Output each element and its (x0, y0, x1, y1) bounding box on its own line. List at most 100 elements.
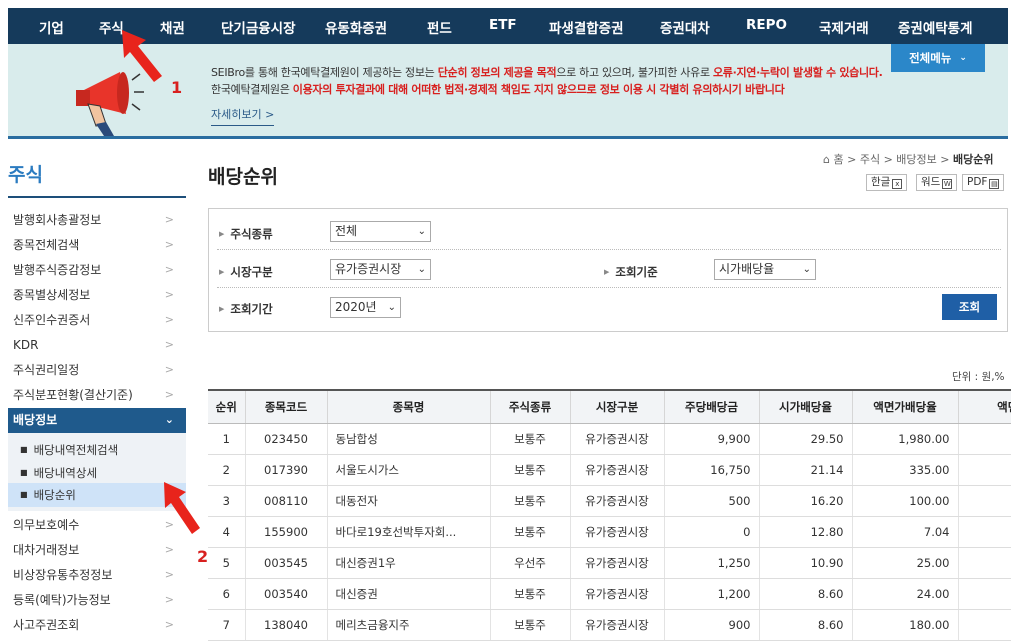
view-details-link[interactable]: 자세히보기 > (211, 106, 275, 126)
chevron-right-icon: > (164, 543, 174, 556)
sidebar-divider (8, 196, 186, 198)
table-cell: 유가증권시장 (570, 516, 665, 548)
market-label: ▶ 시장구분 (219, 265, 273, 279)
table-cell: 1 (208, 423, 246, 455)
column-header[interactable]: 시가배당율 (759, 389, 853, 424)
table-row[interactable]: 4 155900 바다로19호선박투자회... 보통주 유가증권시장 0 12.80 7.04… (208, 516, 1011, 548)
sidebar-item-dividend-info[interactable]: 배당정보 ⌄ (8, 408, 186, 433)
table-cell: 29.50 (759, 423, 853, 455)
nav-item-etf[interactable]: ETF (489, 17, 517, 33)
submenu-item-dividend-full-search[interactable]: ■ 배당내역전체검색 (8, 438, 186, 462)
table-cell: 0 (664, 516, 760, 548)
breadcrumb-dividend-info[interactable]: 배당정보 (896, 153, 936, 166)
sidebar-item-kdr[interactable]: KDR > (8, 333, 186, 358)
notice-line-2: 한국예탁결제원은 이용자의 투자결과에 대해 어떠한 법적·경제적 책임도 지지… (211, 83, 785, 96)
period-select[interactable]: 2020년 ⌄ (330, 297, 401, 318)
pdf-download-button[interactable]: PDF ▤ (962, 174, 1005, 191)
sidebar-item-lending-transactions[interactable]: 대차거래정보 > (8, 538, 186, 563)
table-cell: 보통주 (490, 454, 571, 486)
nav-item-corporation[interactable]: 기업 (39, 17, 64, 37)
column-header[interactable]: 시장구분 (570, 389, 665, 424)
nav-item-securities-lending[interactable]: 증권대차 (660, 17, 710, 37)
table-cell: 1,250 (664, 547, 760, 579)
column-header[interactable]: 주당배당금 (664, 389, 760, 424)
stock-type-select[interactable]: 전체 ⌄ (330, 221, 431, 242)
table-cell: 대신증권1우 (327, 547, 491, 579)
search-panel: ▶ 주식종류 전체 ⌄ ▶ 시장구분 유가증권시장 ⌄ ▶ 조회기준 시가배당율 ⌄ ▶ 조회… (208, 208, 1008, 332)
table-cell: 메리츠금융지주 (327, 609, 491, 641)
column-header[interactable]: 주식종류 (490, 389, 571, 424)
table-cell: 보통주 (490, 578, 571, 610)
sidebar-item-full-stock-search[interactable]: 종목전체검색 > (8, 233, 186, 258)
table-row[interactable]: 2017390서울도시가스보통주유가증권시장16,75021.14335.005… (208, 454, 1011, 486)
nav-item-short-term-money-market[interactable]: 단기금융시장 (221, 17, 296, 37)
sidebar-item-registration-availability[interactable]: 등록(예탁)가능정보 > (8, 588, 186, 613)
stock-type-label: ▶ 주식종류 (219, 227, 273, 241)
hangul-download-button[interactable]: 한글 х (866, 174, 908, 191)
table-row[interactable]: 1 023450 동남합성 보통주 유가증권시장 9,900 29.50 1,980.00 (208, 423, 1011, 455)
nav-item-derivative-linked-securities[interactable]: 파생결합증권 (549, 17, 624, 37)
table-cell: 25.00 (852, 547, 959, 579)
nav-item-fund[interactable]: 펀드 (427, 17, 452, 37)
table-cell: 003545 (245, 547, 328, 579)
breadcrumb-current: 배당순위 (953, 153, 994, 166)
table-cell: 5, (958, 547, 1011, 579)
search-button[interactable]: 조회 (942, 294, 997, 320)
nav-item-international-trade[interactable]: 국제거래 (819, 17, 869, 37)
nav-item-asset-backed-securities[interactable]: 유동화증권 (325, 17, 387, 37)
chevron-right-icon: > (164, 388, 174, 401)
all-menu-button[interactable]: 전체메뉴 ⌄ (891, 44, 985, 72)
column-header[interactable]: 액면가 (958, 389, 1011, 424)
notice-line-1: SEIBro를 통해 한국예탁결제원이 제공하는 정보는 단순히 정보의 제공을… (211, 66, 883, 79)
all-menu-label: 전체메뉴 (909, 51, 952, 65)
hwp-file-icon: х (892, 179, 903, 189)
table-cell: 10.90 (759, 547, 853, 579)
table-cell: 보통주 (490, 516, 571, 548)
column-header[interactable]: 종목명 (327, 389, 491, 424)
column-header[interactable]: 순위 (208, 389, 246, 424)
page-title: 배당순위 (208, 166, 278, 188)
chevron-down-icon: ⌄ (417, 264, 426, 275)
table-cell: 5 (208, 547, 246, 579)
table-cell: 5, (958, 578, 1011, 610)
sidebar-item-subscription-warrants[interactable]: 신주인수권증서 > (8, 308, 186, 333)
home-icon[interactable]: ⌂ (823, 153, 830, 166)
sidebar-item-issuer-overview[interactable]: 발행회사총괄정보 > (8, 208, 186, 233)
sidebar-item-stock-details[interactable]: 종목별상세정보 > (8, 283, 186, 308)
table-row[interactable]: 7 138040 메리츠금융지주 보통주 유가증권시장 900 8.60 180.00 (208, 609, 1011, 641)
table-cell: 12.80 (759, 516, 853, 548)
row-divider (217, 249, 1001, 250)
table-cell: 유가증권시장 (570, 454, 665, 486)
sidebar-item-stock-distribution[interactable]: 주식분포현황(결산기준) > (8, 383, 186, 408)
table-cell: 003540 (245, 578, 328, 610)
table-cell: 대신증권 (327, 578, 491, 610)
row-divider (217, 287, 1001, 288)
sidebar-item-lost-certificate-search[interactable]: 사고주권조회 > (8, 613, 186, 638)
column-header[interactable]: 종목코드 (245, 389, 328, 424)
table-cell: 900 (664, 609, 760, 641)
table-row[interactable]: 5003545대신증권1우우선주유가증권시장1,25010.9025.005, (208, 547, 1011, 579)
table-row[interactable]: 6003540대신증권보통주유가증권시장1,2008.6024.005, (208, 578, 1011, 610)
table-cell: 유가증권시장 (570, 423, 665, 455)
market-select[interactable]: 유가증권시장 ⌄ (330, 259, 431, 280)
table-cell: 155900 (245, 516, 328, 548)
nav-item-deposit-statistics[interactable]: 증권예탁통계 (898, 17, 973, 37)
breadcrumb-stock[interactable]: 주식 (860, 153, 880, 166)
table-cell: 017390 (245, 454, 328, 486)
basis-select[interactable]: 시가배당율 ⌄ (714, 259, 816, 280)
table-cell (958, 609, 1011, 641)
table-cell: 5, (958, 454, 1011, 486)
word-download-button[interactable]: 워드 W (916, 174, 958, 191)
chevron-right-icon: > (164, 338, 174, 351)
nav-item-repo[interactable]: REPO (746, 17, 787, 33)
column-header[interactable]: 액면가배당율 (852, 389, 959, 424)
table-cell: 유가증권시장 (570, 485, 665, 517)
breadcrumb-home[interactable]: 홈 (833, 153, 843, 166)
table-cell: 9,900 (664, 423, 760, 455)
sidebar-item-issued-shares-change[interactable]: 발행주식증감정보 > (8, 258, 186, 283)
table-cell: 180.00 (852, 609, 959, 641)
sidebar-item-rights-schedule[interactable]: 주식권리일정 > (8, 358, 186, 383)
table-cell: 4 (208, 516, 246, 548)
sidebar-item-unlisted-trading-estimate[interactable]: 비상장유통추정정보 > (8, 563, 186, 588)
table-row[interactable]: 3 008110 대동전자 보통주 유가증권시장 500 16.20 100.00 (208, 485, 1011, 517)
